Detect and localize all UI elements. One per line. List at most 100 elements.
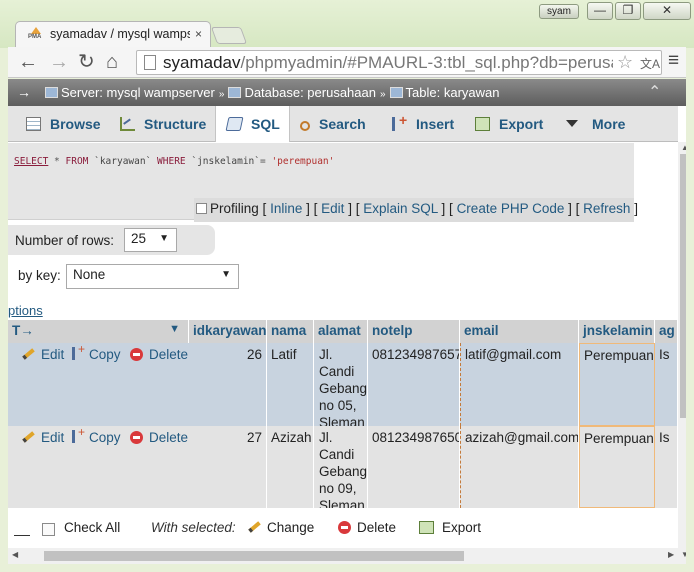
edit-row-button[interactable]: Edit <box>22 347 64 362</box>
insert-icon <box>392 112 407 131</box>
delete-row-button[interactable]: Delete <box>130 430 188 445</box>
cell-nama[interactable]: Azizah <box>267 426 314 508</box>
copy-row-button[interactable]: Copy <box>72 342 121 362</box>
horizontal-scrollbar[interactable]: ◀ ▶ <box>8 548 678 564</box>
profiling-checkbox[interactable] <box>196 203 207 214</box>
breadcrumb-table[interactable]: Table: karyawan <box>406 85 500 100</box>
cell-alamat[interactable]: Jl. Candi Gebang no 05, Sleman <box>314 343 368 426</box>
dropdown-arrow-icon: ▼ <box>159 233 169 244</box>
cell-notelp[interactable]: 081234987650 <box>368 426 460 508</box>
home-icon[interactable]: ⌂ <box>106 51 118 73</box>
cell-ag[interactable]: Is <box>655 426 678 508</box>
navigation-toggle-icon[interactable]: → <box>17 84 31 100</box>
refresh-link[interactable]: Refresh <box>583 201 630 216</box>
delete-icon <box>338 521 351 534</box>
options-link[interactable]: ptions <box>8 303 43 318</box>
tab-browse[interactable]: Browse <box>26 106 101 142</box>
cell-alamat[interactable]: Jl. Candi Gebang no 09, Sleman <box>314 426 368 508</box>
column-header-alamat[interactable]: alamat <box>314 320 368 343</box>
dropdown-arrow-icon: ▼ <box>221 269 231 280</box>
column-header-idkaryawan[interactable]: idkaryawan <box>189 320 267 343</box>
cell-ag[interactable]: Is <box>655 343 678 426</box>
breadcrumb-database[interactable]: Database: perusahaan <box>244 85 376 100</box>
vertical-scroll-thumb[interactable] <box>680 154 686 418</box>
edit-link[interactable]: Edit <box>321 201 344 216</box>
scroll-down-icon[interactable]: ▼ <box>681 550 686 559</box>
column-header-notelp[interactable]: notelp <box>368 320 460 343</box>
cell-jnskelamin[interactable]: Perempuan <box>579 426 655 508</box>
tab-structure[interactable]: Structure <box>120 106 206 142</box>
sql-query-box: SELECT * FROM `karyawan` WHERE `jnskelam… <box>8 143 638 222</box>
scroll-up-icon[interactable]: ▲ <box>681 143 686 152</box>
column-header-jnskelamin[interactable]: jnskelamin <box>579 320 655 343</box>
sql-query-links: Profiling [ Inline ] [ Edit ] [ Explain … <box>194 198 638 222</box>
tab-search[interactable]: Search <box>300 106 366 142</box>
scroll-left-icon[interactable]: ◀ <box>12 550 18 559</box>
copy-row-button[interactable]: Copy <box>72 425 121 445</box>
sort-arrow-icon[interactable]: ▼ <box>169 323 180 335</box>
cell-email[interactable]: azizah@gmail.com <box>460 426 579 508</box>
restore-button[interactable]: ❐ <box>615 2 641 20</box>
export-selected-button[interactable]: Export <box>419 520 481 535</box>
vertical-scrollbar[interactable]: ▲ ▼ <box>678 142 686 564</box>
inline-link[interactable]: Inline <box>270 201 302 216</box>
tab-insert[interactable]: Insert <box>392 106 454 142</box>
breadcrumb: → Server: mysql wampserver» Database: per… <box>8 79 686 106</box>
tab-more[interactable]: More <box>566 106 625 142</box>
column-header-nama[interactable]: nama <box>267 320 314 343</box>
check-all-checkbox[interactable] <box>42 523 55 536</box>
cell-jnskelamin[interactable]: Perempuan <box>579 343 655 426</box>
select-arrow-icon <box>14 535 30 536</box>
close-window-button[interactable]: ✕ <box>643 2 691 20</box>
back-arrow-icon[interactable]: ← <box>18 51 38 73</box>
edit-row-button[interactable]: Edit <box>22 430 64 445</box>
tab-close-icon[interactable]: × <box>195 27 202 41</box>
column-header-ag[interactable]: ag <box>655 320 678 343</box>
user-profile-badge[interactable]: syam <box>539 4 579 19</box>
breadcrumb-server[interactable]: Server: mysql wampserver <box>61 85 215 100</box>
chevron-down-icon <box>566 120 578 127</box>
number-of-rows-select[interactable]: 25 ▼ <box>124 228 177 252</box>
table-icon <box>389 87 403 98</box>
profiling-label: Profiling <box>210 201 259 216</box>
table-header-actions[interactable]: T→ ▼ <box>8 320 189 343</box>
translate-icon[interactable]: 文A <box>640 55 660 72</box>
url-text[interactable]: syamadav/phpmyadmin/#PMAURL-3:tbl_sql.ph… <box>163 53 613 73</box>
new-tab-button[interactable] <box>210 27 248 44</box>
cell-idkaryawan[interactable]: 27 <box>189 426 267 508</box>
horizontal-scroll-thumb[interactable] <box>44 551 464 561</box>
tab-export[interactable]: Export <box>475 106 543 142</box>
tab-sql[interactable]: SQL <box>215 106 290 142</box>
column-header-email[interactable]: email <box>460 320 579 343</box>
scroll-right-icon[interactable]: ▶ <box>668 550 674 559</box>
minimize-button[interactable]: — <box>587 2 613 20</box>
explain-sql-link[interactable]: Explain SQL <box>363 201 438 216</box>
tab-bar: Browse Structure SQL Search Insert Expor… <box>8 106 678 142</box>
create-php-code-link[interactable]: Create PHP Code <box>457 201 565 216</box>
window-titlebar: syam — ❐ ✕ PMA syamadav / mysql wamps × <box>0 0 694 48</box>
reload-icon[interactable]: ↻ <box>78 51 95 73</box>
database-icon <box>228 87 242 98</box>
cell-idkaryawan[interactable]: 26 <box>189 343 267 426</box>
delete-icon <box>130 348 143 361</box>
browser-tab[interactable]: PMA syamadav / mysql wamps × <box>15 21 211 47</box>
bookmark-star-icon[interactable]: ☆ <box>617 52 633 73</box>
pencil-icon <box>22 431 35 443</box>
address-bar[interactable]: syamadav/phpmyadmin/#PMAURL-3:tbl_sql.ph… <box>136 50 662 75</box>
search-icon <box>300 121 310 131</box>
collapse-icon[interactable]: ⌃ <box>648 82 661 102</box>
sort-by-key-select[interactable]: None ▼ <box>66 264 239 289</box>
structure-icon <box>120 117 135 131</box>
cell-notelp[interactable]: 081234987657 <box>368 343 460 426</box>
delete-selected-button[interactable]: Delete <box>338 520 396 535</box>
change-button[interactable]: Change <box>248 520 314 535</box>
browser-menu-icon[interactable]: ≡ <box>668 50 679 72</box>
cell-nama[interactable]: Latif <box>267 343 314 426</box>
check-all-label[interactable]: Check All <box>64 520 120 535</box>
delete-row-button[interactable]: Delete <box>130 347 188 362</box>
column-toggle-icon[interactable]: T→ <box>12 323 34 338</box>
sql-query-text[interactable]: SELECT * FROM `karyawan` WHERE `jnskelam… <box>14 156 334 167</box>
cell-email[interactable]: latif@gmail.com <box>460 343 579 426</box>
forward-arrow-icon[interactable]: → <box>49 51 69 73</box>
pencil-icon <box>248 521 261 533</box>
